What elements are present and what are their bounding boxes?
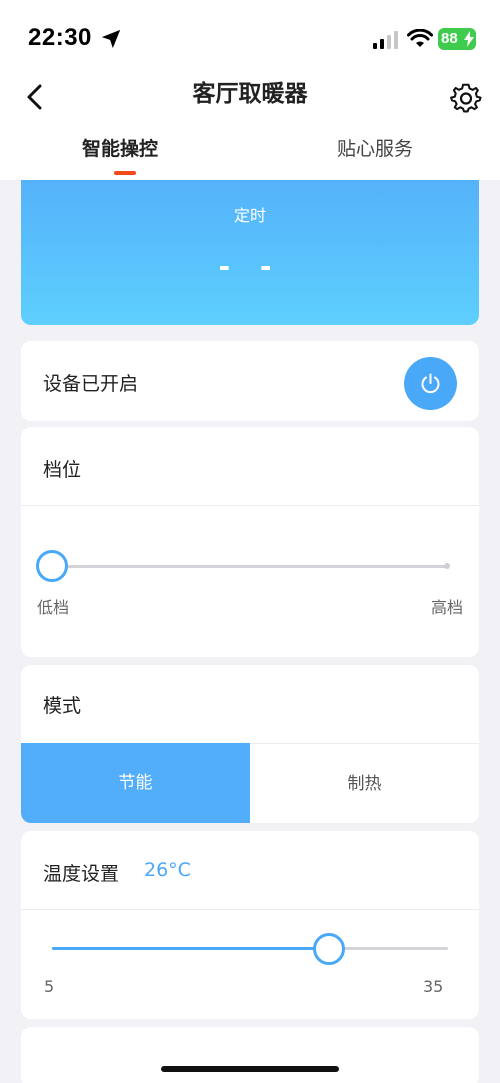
power-card: 设备已开启 (21, 341, 479, 421)
power-button[interactable] (404, 357, 457, 410)
divider (21, 909, 479, 910)
cellular-signal-icon (373, 31, 398, 49)
temperature-card: 温度设置 26°C 5 35 (21, 831, 479, 1019)
battery-icon: 88 (438, 28, 476, 50)
timer-card[interactable]: 定时 - - (21, 180, 479, 325)
next-card (21, 1027, 479, 1083)
gear-max-label: 高档 (431, 598, 464, 617)
gear-level-title: 档位 (43, 459, 82, 481)
status-bar: 22:30 88 (0, 0, 500, 72)
temperature-slider-fill (52, 947, 330, 950)
gear-icon[interactable] (450, 82, 482, 114)
gear-slider-knob[interactable] (36, 550, 68, 582)
temperature-title: 温度设置 (43, 863, 120, 885)
gear-slider-track[interactable] (51, 565, 447, 568)
temperature-max-label: 35 (423, 977, 444, 996)
tab-smart-control[interactable]: 智能操控 (82, 134, 158, 161)
temperature-slider-knob[interactable] (313, 933, 346, 965)
nav-header: 客厅取暖器 智能操控 贴心服务 (0, 72, 500, 180)
mode-option-heat[interactable]: 制热 (250, 743, 479, 823)
gear-slider-end-dot (444, 563, 450, 569)
gear-min-label: 低档 (37, 598, 70, 617)
mode-option-eco[interactable]: 节能 (21, 743, 250, 823)
tab-caring-service[interactable]: 贴心服务 (337, 134, 413, 161)
timer-label: 定时 (233, 206, 266, 225)
battery-level: 88 (441, 30, 458, 47)
divider (21, 505, 479, 506)
home-indicator (161, 1066, 339, 1072)
temperature-min-label: 5 (44, 977, 55, 996)
status-time: 22:30 (28, 24, 92, 51)
active-tab-indicator (114, 171, 136, 175)
timer-value: - - (218, 250, 282, 283)
charging-bolt-icon (464, 31, 474, 47)
temperature-value: 26°C (144, 859, 191, 881)
wifi-icon (407, 29, 433, 47)
mode-card: 模式 节能 制热 (21, 665, 479, 823)
location-arrow-icon (101, 29, 121, 49)
mode-title: 模式 (43, 695, 82, 717)
power-status-label: 设备已开启 (43, 373, 139, 395)
power-icon (421, 373, 440, 394)
gear-level-card: 档位 低档 高档 (21, 427, 479, 657)
page-title: 客厅取暖器 (192, 81, 308, 107)
